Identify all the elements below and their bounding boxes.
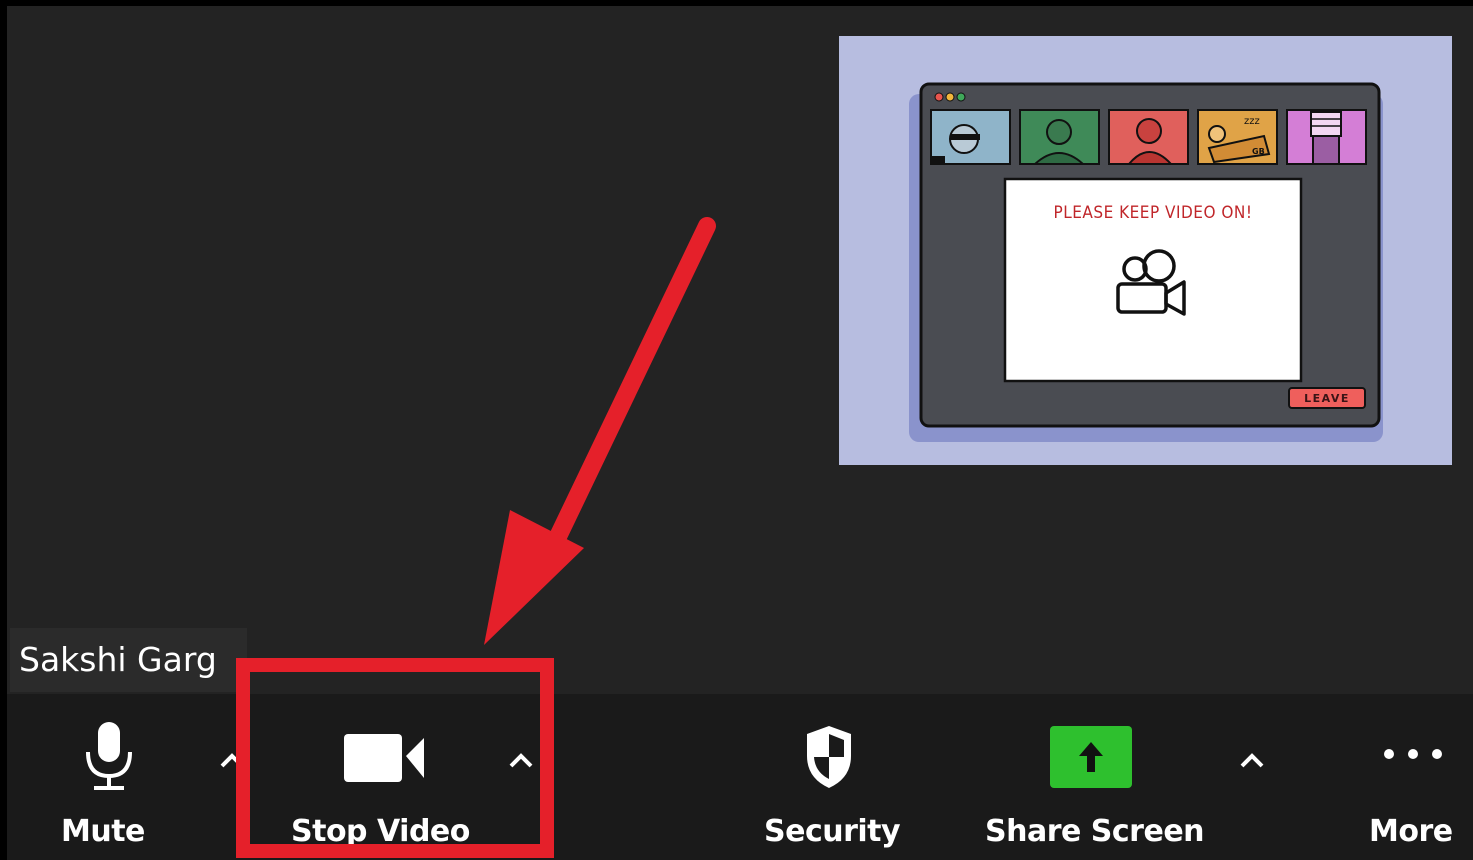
security-button[interactable]: Security [759,712,901,852]
meeting-toolbar: Mute Stop Video Security Share Screen Mo… [7,694,1473,860]
comic-leave-label: LEAVE [1304,392,1350,405]
video-camera-icon [344,734,424,782]
more-button[interactable]: More [1363,712,1463,852]
mute-button[interactable]: Mute [47,712,172,852]
ellipsis-icon [1384,749,1442,759]
share-screen-label: Share Screen [985,814,1205,849]
audio-options-caret-icon[interactable] [216,746,252,772]
security-label: Security [764,814,901,849]
shared-comic-image: zzz GB PLEASE KEEP VIDEO ON! LEAVE [839,36,1452,465]
share-options-caret-icon[interactable] [1236,746,1272,772]
video-options-caret-icon[interactable] [505,746,541,772]
more-label: More [1369,814,1453,849]
share-screen-button[interactable]: Share Screen [982,712,1205,852]
share-screen-icon-bg [1050,726,1132,788]
microphone-icon [86,722,132,790]
bag-text: GB [1252,147,1265,156]
participant-name-tag: Sakshi Garg [10,628,247,692]
stop-video-label: Stop Video [291,814,470,849]
zzz-text: zzz [1244,116,1260,127]
share-arrow-icon [1079,742,1103,772]
keep-video-on-text: PLEASE KEEP VIDEO ON! [1054,203,1253,223]
meeting-window: zzz GB PLEASE KEEP VIDEO ON! LEAVE Saksh… [7,6,1473,860]
mute-label: Mute [61,814,145,849]
stop-video-button[interactable]: Stop Video [285,712,480,852]
shield-icon [807,726,851,788]
